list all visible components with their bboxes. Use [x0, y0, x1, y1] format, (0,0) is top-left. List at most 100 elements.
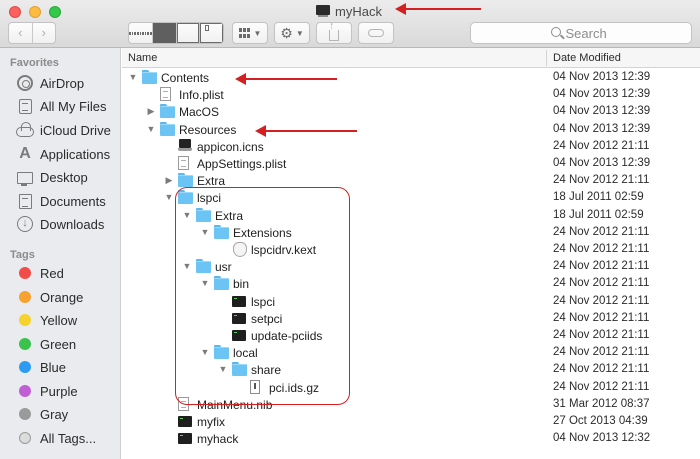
- search-field[interactable]: [470, 22, 692, 44]
- airdrop-icon: [17, 75, 33, 91]
- sidebar-tag-red[interactable]: Red: [0, 262, 120, 284]
- list-view-button[interactable]: [151, 23, 176, 43]
- column-header-name[interactable]: Name: [128, 52, 157, 64]
- navigation-buttons: ‹ ›: [8, 22, 56, 44]
- gear-icon: ⚙: [280, 24, 293, 41]
- desktop-icon: [17, 172, 33, 186]
- file-row[interactable]: appicon.icns 24 Nov 2012 21:11: [122, 138, 700, 155]
- file-name: Contents: [161, 71, 210, 85]
- search-icon: [550, 27, 561, 37]
- sidebar-item-label: Yellow: [40, 312, 78, 328]
- sidebar-item-all-my-files[interactable]: All My Files: [0, 95, 120, 117]
- file-date-modified: 24 Nov 2012 21:11: [553, 363, 650, 376]
- annotation-arrow-title: [395, 3, 481, 15]
- terminal-icon: [178, 416, 192, 427]
- sidebar-item-icloud-drive[interactable]: iCloud Drive: [0, 119, 120, 141]
- file-row[interactable]: ▼ Resources 04 Nov 2013 12:39: [122, 121, 700, 138]
- file-date-modified: 24 Nov 2012 21:11: [553, 346, 650, 359]
- sidebar-all-tags[interactable]: All Tags...: [0, 427, 120, 449]
- highlight-box-lspci: [175, 187, 350, 405]
- tag-color-dot: [19, 291, 31, 303]
- file-row[interactable]: Info.plist 04 Nov 2013 12:39: [122, 86, 700, 103]
- forward-button[interactable]: ›: [31, 23, 56, 43]
- sidebar-favorites-header: Favorites: [10, 57, 59, 69]
- sidebar: Favorites AirDrop All My Files iCloud Dr…: [0, 48, 121, 459]
- share-button[interactable]: [316, 20, 352, 44]
- edit-tags-button[interactable]: [358, 22, 394, 44]
- file-date-modified: 04 Nov 2013 12:39: [553, 88, 651, 101]
- tag-color-dot: [19, 314, 31, 326]
- sidebar-item-label: Documents: [40, 193, 106, 209]
- file-row[interactable]: ▼ Contents 04 Nov 2013 12:39: [122, 69, 700, 86]
- sidebar-item-downloads[interactable]: ↓ Downloads: [0, 213, 120, 235]
- folder-icon: [160, 104, 175, 119]
- file-name: appicon.icns: [197, 139, 264, 154]
- sidebar-tag-purple[interactable]: Purple: [0, 380, 120, 402]
- sidebar-tag-orange[interactable]: Orange: [0, 286, 120, 308]
- disclosure-triangle-closed-icon[interactable]: ▶: [146, 105, 156, 118]
- file-name: myhack: [197, 432, 239, 447]
- search-input[interactable]: [565, 25, 612, 41]
- file-date-modified: 18 Jul 2011 02:59: [553, 191, 644, 204]
- list-view-icon: [153, 23, 176, 43]
- file-row[interactable]: myfix 27 Oct 2013 04:39: [122, 413, 700, 430]
- sidebar-item-airdrop[interactable]: AirDrop: [0, 72, 120, 94]
- arrange-grid-icon: [238, 28, 251, 38]
- arrange-button[interactable]: ▼: [232, 22, 268, 44]
- close-window-button[interactable]: [9, 6, 21, 18]
- annotation-arrow-resources: [255, 125, 357, 137]
- tag-color-dot: [19, 267, 31, 279]
- file-date-modified: 31 Mar 2012 08:37: [553, 397, 650, 410]
- file-date-modified: 24 Nov 2012 21:11: [553, 380, 650, 393]
- disclosure-triangle-open-icon[interactable]: ▼: [164, 191, 174, 204]
- cloud-icon: [16, 122, 34, 137]
- sidebar-item-documents[interactable]: Documents: [0, 190, 120, 212]
- all-files-icon: [18, 98, 32, 114]
- file-date-modified: 04 Nov 2013 12:39: [553, 105, 651, 118]
- column-header-date-modified[interactable]: Date Modified: [553, 52, 621, 64]
- file-name: MacOS: [179, 105, 220, 120]
- sidebar-tag-yellow[interactable]: Yellow: [0, 309, 120, 331]
- file-row[interactable]: ▶ MacOS 04 Nov 2013 12:39: [122, 103, 700, 120]
- zoom-window-button[interactable]: [49, 6, 61, 18]
- document-icon: [160, 87, 171, 102]
- file-date-modified: 04 Nov 2013 12:39: [553, 157, 651, 169]
- sidebar-tag-blue[interactable]: Blue: [0, 356, 120, 378]
- sidebar-tag-green[interactable]: Green: [0, 333, 120, 355]
- icon-view-button[interactable]: [129, 23, 152, 43]
- sidebar-item-label: Desktop: [40, 169, 88, 185]
- sidebar-item-label: Blue: [40, 359, 67, 375]
- column-view-button[interactable]: [175, 23, 200, 43]
- sidebar-tag-gray[interactable]: Gray: [0, 403, 120, 425]
- file-date-modified: 04 Nov 2013 12:32: [553, 432, 651, 445]
- disclosure-triangle-closed-icon[interactable]: ▶: [164, 174, 174, 187]
- applications-icon: A: [19, 145, 31, 162]
- sidebar-item-desktop[interactable]: Desktop: [0, 166, 120, 188]
- column-resize-handle[interactable]: [546, 50, 547, 66]
- disclosure-triangle-open-icon[interactable]: ▼: [146, 123, 156, 136]
- documents-icon: [18, 193, 32, 209]
- coverflow-view-button[interactable]: [199, 23, 223, 43]
- disclosure-triangle-open-icon[interactable]: ▼: [128, 71, 138, 84]
- sidebar-item-label: Green: [40, 336, 77, 352]
- view-mode-selector: [128, 22, 224, 44]
- tag-color-dot: [19, 385, 31, 397]
- column-view-icon: [176, 23, 200, 43]
- icns-icon: [178, 138, 192, 152]
- sidebar-item-label: Orange: [40, 289, 84, 305]
- sidebar-item-label: Gray: [40, 406, 69, 422]
- back-button[interactable]: ‹: [9, 23, 32, 43]
- window-title: myHack: [316, 3, 382, 19]
- file-row[interactable]: AppSettings.plist 04 Nov 2013 12:39: [122, 155, 700, 172]
- action-button[interactable]: ⚙ ▼: [274, 22, 310, 44]
- sidebar-item-applications[interactable]: A Applications: [0, 143, 120, 165]
- sidebar-item-label: Red: [40, 265, 64, 281]
- file-date-modified: 27 Oct 2013 04:39: [553, 415, 648, 427]
- terminal-doc-icon: [316, 5, 330, 17]
- sidebar-item-label: AirDrop: [40, 75, 85, 91]
- minimize-window-button[interactable]: [29, 6, 41, 18]
- file-date-modified: 04 Nov 2013 12:39: [553, 122, 651, 135]
- file-date-modified: 24 Nov 2012 21:11: [553, 260, 650, 273]
- file-row[interactable]: myhack 04 Nov 2013 12:32: [122, 430, 700, 447]
- window-title-text: myHack: [335, 3, 382, 19]
